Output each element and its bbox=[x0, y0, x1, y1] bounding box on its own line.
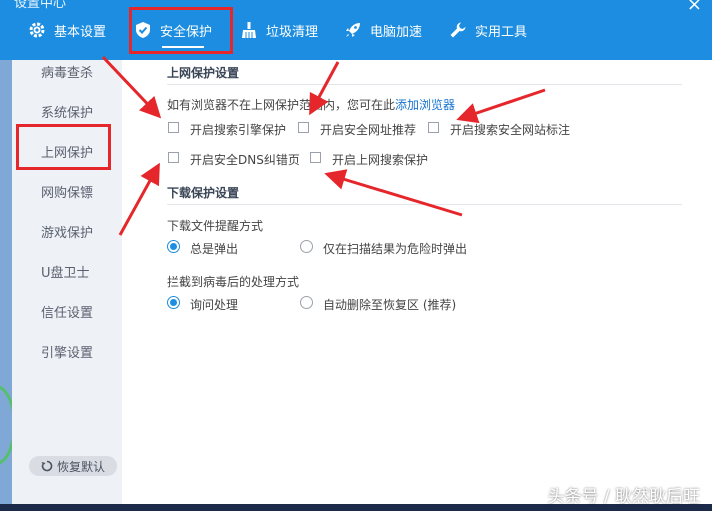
safe-site-marking-checkbox[interactable] bbox=[428, 122, 439, 133]
window-title: 设置中心 bbox=[14, 0, 67, 11]
add-browser-link[interactable]: 添加浏览器 bbox=[395, 98, 455, 112]
download-protection-section-title: 下载保护设置 bbox=[167, 186, 240, 200]
safe-url-recommend-checkbox[interactable] bbox=[298, 122, 309, 133]
settings-window: 设置中心 × 基本设置 安全保护 垃圾清理 电脑加速 实用工具 病毒查杀 系统保… bbox=[0, 0, 712, 511]
section-divider bbox=[167, 84, 682, 85]
search-engine-protection-label: 开启搜索引擎保护 bbox=[190, 123, 287, 137]
sidebar-item-engine-settings[interactable]: 引擎设置 bbox=[12, 342, 122, 366]
ask-handle-label: 询问处理 bbox=[190, 298, 239, 312]
web-search-protection-label: 开启上网搜索保护 bbox=[332, 153, 429, 167]
close-button[interactable]: × bbox=[687, 0, 702, 15]
tab-label: 基本设置 bbox=[54, 24, 107, 40]
refresh-icon bbox=[41, 460, 53, 472]
tab-label: 实用工具 bbox=[475, 24, 528, 40]
auto-delete-radio[interactable] bbox=[300, 296, 313, 309]
sidebar-item-trust-settings[interactable]: 信任设置 bbox=[12, 302, 122, 326]
safe-dns-correction-checkbox[interactable] bbox=[168, 152, 179, 163]
safe-site-marking-label: 开启搜索安全网站标注 bbox=[450, 123, 571, 137]
auto-delete-label: 自动删除至恢复区 (推荐) bbox=[323, 298, 457, 312]
watermark: 头条号 / 耿然耿后旺 bbox=[547, 487, 700, 507]
restore-defaults-label: 恢复默认 bbox=[56, 459, 105, 474]
restore-defaults-button[interactable]: 恢复默认 bbox=[29, 456, 117, 476]
safe-url-recommend-label: 开启安全网址推荐 bbox=[320, 123, 417, 137]
ask-handle-radio[interactable] bbox=[167, 296, 180, 309]
rocket-icon bbox=[346, 23, 360, 37]
annotation-box-web-protection bbox=[16, 124, 111, 170]
sidebar-item-system-protection[interactable]: 系统保护 bbox=[12, 102, 122, 126]
tab-junk-cleanup[interactable]: 垃圾清理 bbox=[240, 14, 318, 46]
search-engine-protection-checkbox[interactable] bbox=[168, 122, 179, 133]
web-search-protection-checkbox[interactable] bbox=[310, 152, 321, 163]
web-protection-section-title: 上网保护设置 bbox=[167, 66, 240, 80]
tab-pc-speedup[interactable]: 电脑加速 bbox=[344, 14, 422, 46]
wrench-icon bbox=[450, 22, 466, 38]
broom-icon bbox=[242, 22, 256, 38]
always-popup-radio[interactable] bbox=[167, 240, 180, 253]
add-browser-note-text: 如有浏览器不在上网保护范围内，您可在此 bbox=[167, 98, 396, 112]
tab-basic-settings[interactable]: 基本设置 bbox=[28, 14, 106, 46]
settings-content: 上网保护设置 如有浏览器不在上网保护范围内，您可在此添加浏览器 开启搜索引擎保护… bbox=[122, 60, 712, 504]
tab-label: 垃圾清理 bbox=[266, 24, 319, 40]
always-popup-label: 总是弹出 bbox=[190, 242, 239, 256]
sidebar-item-usb-guard[interactable]: U盘卫士 bbox=[12, 262, 122, 286]
tab-label: 电脑加速 bbox=[370, 24, 423, 40]
annotation-box-security-tab bbox=[129, 7, 233, 54]
sidebar-item-virus-scan[interactable]: 病毒查杀 bbox=[12, 62, 122, 86]
gear-icon bbox=[29, 22, 45, 38]
sidebar-item-game-protection[interactable]: 游戏保护 bbox=[12, 222, 122, 246]
popup-on-danger-radio[interactable] bbox=[300, 240, 313, 253]
safe-dns-correction-label: 开启安全DNS纠错页 bbox=[190, 153, 300, 167]
section-divider bbox=[167, 204, 682, 205]
sidebar-item-shopping-guard[interactable]: 网购保镖 bbox=[12, 182, 122, 206]
add-browser-note: 如有浏览器不在上网保护范围内，您可在此添加浏览器 bbox=[167, 96, 455, 113]
virus-intercept-label: 拦截到病毒后的处理方式 bbox=[167, 275, 300, 289]
tab-utilities[interactable]: 实用工具 bbox=[449, 14, 527, 46]
title-bar: 设置中心 × bbox=[0, 0, 712, 15]
top-navigation-bar: 设置中心 × 基本设置 安全保护 垃圾清理 电脑加速 实用工具 bbox=[0, 0, 712, 60]
download-remind-label: 下载文件提醒方式 bbox=[167, 219, 264, 233]
popup-on-danger-label: 仅在扫描结果为危险时弹出 bbox=[323, 242, 468, 256]
